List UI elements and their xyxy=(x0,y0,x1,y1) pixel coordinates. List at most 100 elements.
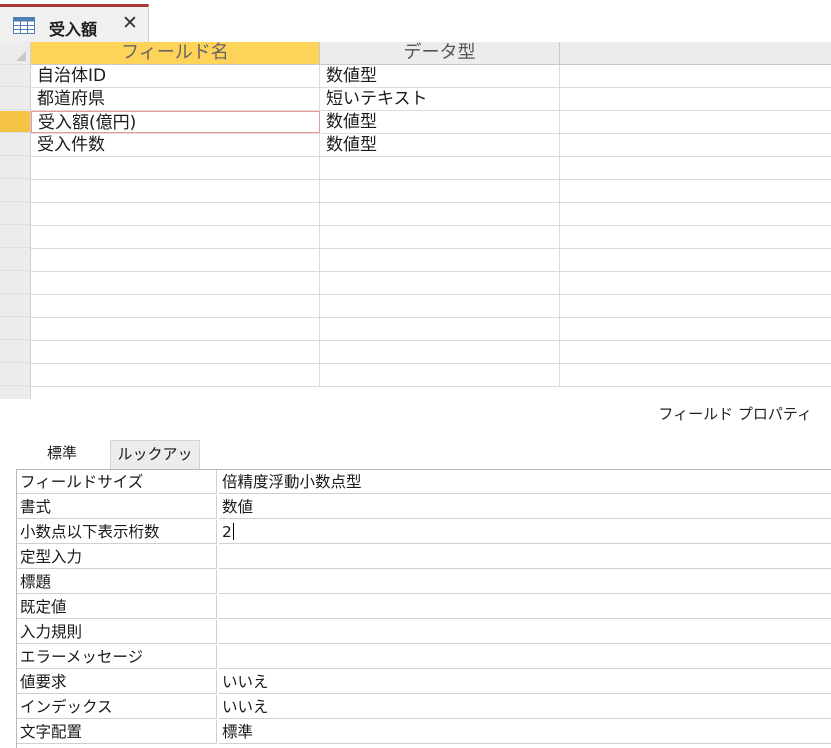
data-type-cell[interactable] xyxy=(320,157,560,179)
field-name-cell[interactable] xyxy=(31,249,320,271)
description-cell[interactable] xyxy=(560,226,831,248)
field-name-cell[interactable]: 自治体ID xyxy=(31,65,320,87)
field-name-cell[interactable]: 受入件数 xyxy=(31,134,320,156)
property-row: エラーメッセージ xyxy=(17,645,831,670)
description-cell[interactable] xyxy=(560,157,831,179)
row-selector[interactable] xyxy=(0,272,30,294)
table-row-empty xyxy=(31,318,831,341)
data-type-cell[interactable] xyxy=(320,180,560,202)
property-value[interactable]: いいえ xyxy=(219,695,831,719)
property-value[interactable] xyxy=(219,545,831,569)
field-name-cell[interactable] xyxy=(31,226,320,248)
row-selector-current[interactable] xyxy=(0,111,30,133)
select-all-corner[interactable] xyxy=(0,42,30,65)
table-row-empty xyxy=(31,341,831,364)
document-tab-title: 受入額 xyxy=(49,20,98,39)
table-row-empty xyxy=(31,295,831,318)
property-value[interactable]: 標準 xyxy=(219,720,831,744)
description-cell[interactable] xyxy=(560,318,831,340)
row-selector[interactable] xyxy=(0,203,30,225)
header-field-name[interactable]: フィールド名 xyxy=(31,42,320,65)
property-value[interactable] xyxy=(219,620,831,644)
field-name-cell[interactable] xyxy=(31,341,320,363)
table-row-empty xyxy=(31,180,831,203)
property-label: エラーメッセージ xyxy=(17,645,217,669)
row-selector[interactable] xyxy=(0,157,30,179)
field-name-cell[interactable] xyxy=(31,180,320,202)
document-tab[interactable]: 受入額 ✕ xyxy=(0,4,149,42)
field-name-cell[interactable] xyxy=(31,203,320,225)
property-label: 書式 xyxy=(17,495,217,519)
property-value[interactable] xyxy=(219,595,831,619)
row-selector[interactable] xyxy=(0,364,30,386)
property-row: 小数点以下表示桁数 2 xyxy=(17,520,831,545)
table-row: 受入額(億円) 数値型 xyxy=(31,111,831,134)
row-selector[interactable] xyxy=(0,341,30,363)
table-row: 受入件数 数値型 xyxy=(31,134,831,157)
description-cell[interactable] xyxy=(560,203,831,225)
description-cell[interactable] xyxy=(560,180,831,202)
property-value[interactable]: 倍精度浮動小数点型 xyxy=(219,470,831,494)
row-selector[interactable] xyxy=(0,318,30,340)
tab-general[interactable]: 標準 xyxy=(16,440,108,469)
row-selector[interactable] xyxy=(0,88,30,110)
field-design-grid: フィールド名 データ型 自治体ID 数値型 都道府県 短いテキスト 受入額(億円… xyxy=(0,42,831,399)
data-type-cell[interactable] xyxy=(320,272,560,294)
data-type-cell[interactable]: 数値型 xyxy=(320,65,560,87)
property-label: 小数点以下表示桁数 xyxy=(17,520,217,544)
field-name-cell[interactable] xyxy=(31,364,320,386)
row-selector[interactable] xyxy=(0,226,30,248)
property-value[interactable] xyxy=(219,645,831,669)
description-cell[interactable] xyxy=(560,134,831,156)
data-type-cell[interactable]: 数値型 xyxy=(320,111,560,133)
row-selector[interactable] xyxy=(0,134,30,156)
close-icon[interactable]: ✕ xyxy=(122,12,138,34)
field-name-cell[interactable] xyxy=(31,318,320,340)
table-row-empty xyxy=(31,157,831,180)
property-row: 入力規則 xyxy=(17,620,831,645)
description-cell[interactable] xyxy=(560,88,831,110)
field-name-cell-focused[interactable]: 受入額(億円) xyxy=(31,111,320,133)
row-selector[interactable] xyxy=(0,295,30,317)
description-cell[interactable] xyxy=(560,249,831,271)
description-cell[interactable] xyxy=(560,111,831,133)
description-cell[interactable] xyxy=(560,65,831,87)
description-cell[interactable] xyxy=(560,341,831,363)
data-type-cell[interactable] xyxy=(320,249,560,271)
data-type-cell[interactable] xyxy=(320,295,560,317)
description-cell[interactable] xyxy=(560,364,831,386)
table-icon xyxy=(13,17,35,38)
field-name-cell[interactable] xyxy=(31,295,320,317)
property-label: インデックス xyxy=(17,695,217,719)
property-row: 既定値 xyxy=(17,595,831,620)
data-type-cell[interactable]: 短いテキスト xyxy=(320,88,560,110)
row-selector[interactable] xyxy=(0,65,30,87)
property-value[interactable]: いいえ xyxy=(219,670,831,694)
property-value[interactable] xyxy=(219,570,831,594)
data-type-cell[interactable] xyxy=(320,364,560,386)
description-cell[interactable] xyxy=(560,272,831,294)
property-value[interactable]: 数値 xyxy=(219,495,831,519)
header-description[interactable] xyxy=(560,42,831,65)
field-name-cell[interactable] xyxy=(31,272,320,294)
data-type-cell[interactable] xyxy=(320,203,560,225)
row-selector[interactable] xyxy=(0,180,30,202)
corner-triangle-icon xyxy=(16,51,26,61)
row-selector[interactable] xyxy=(0,249,30,271)
property-value-editing[interactable]: 2 xyxy=(219,520,831,544)
data-type-cell[interactable] xyxy=(320,318,560,340)
property-row: 標題 xyxy=(17,570,831,595)
field-name-cell[interactable]: 都道府県 xyxy=(31,88,320,110)
description-cell[interactable] xyxy=(560,295,831,317)
tab-lookup[interactable]: ルックアップ xyxy=(110,440,200,490)
property-label: 標題 xyxy=(17,570,217,594)
header-data-type[interactable]: データ型 xyxy=(320,42,560,65)
data-type-cell[interactable] xyxy=(320,226,560,248)
property-label: 文字配置 xyxy=(17,720,217,744)
table-row: 自治体ID 数値型 xyxy=(31,65,831,88)
data-type-cell[interactable] xyxy=(320,341,560,363)
table-row-empty xyxy=(31,364,831,387)
field-name-cell[interactable] xyxy=(31,157,320,179)
property-row: インデックス いいえ xyxy=(17,695,831,720)
data-type-cell[interactable]: 数値型 xyxy=(320,134,560,156)
